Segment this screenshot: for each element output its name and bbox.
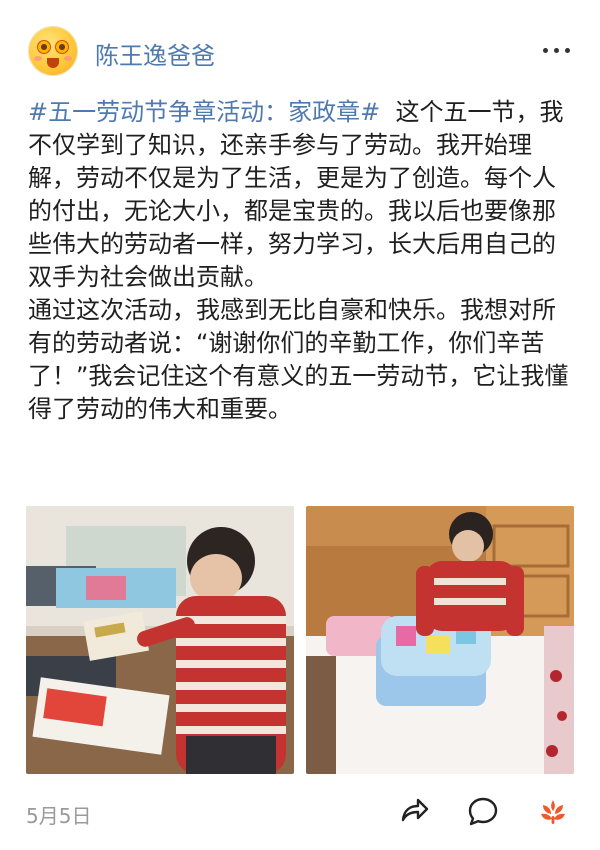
flower-like-icon[interactable] (536, 794, 570, 828)
avatar-blush (64, 56, 72, 61)
more-dots-icon[interactable] (543, 48, 570, 53)
comment-icon[interactable] (466, 794, 500, 828)
photo-boy-organizing-desk[interactable] (26, 506, 294, 774)
post-footer: 5月5日 (0, 780, 600, 850)
post-date: 5月5日 (26, 804, 92, 828)
photo-boy-folding-quilt[interactable] (306, 506, 574, 774)
post-paragraph-1-text: 这个五一节，我不仅学到了知识，还亲手参与了劳动。我开始理解，劳动不仅是为了生活，… (28, 98, 564, 291)
post-paragraph-2: 通过这次活动，我感到无比自豪和快乐。我想对所有的劳动者说：“谢谢你们的辛勤工作，… (28, 296, 569, 423)
avatar-blush (34, 56, 42, 61)
post-header: 陈王逸爸爸 (0, 0, 600, 100)
hashtag-link[interactable]: #五一劳动节争章活动：家政章# (28, 98, 380, 126)
photo-grid (26, 506, 574, 774)
share-icon[interactable] (396, 794, 430, 828)
post-paragraph-1: #五一劳动节争章活动：家政章# 这个五一节，我不仅学到了知识，还亲手参与了劳动。… (28, 96, 576, 294)
avatar-mouth (47, 58, 59, 68)
post-body: #五一劳动节争章活动：家政章# 这个五一节，我不仅学到了知识，还亲手参与了劳动。… (28, 96, 576, 426)
avatar-eye (37, 40, 51, 54)
avatar-eye (55, 40, 69, 54)
avatar[interactable] (28, 26, 78, 76)
username[interactable]: 陈王逸爸爸 (95, 36, 215, 71)
